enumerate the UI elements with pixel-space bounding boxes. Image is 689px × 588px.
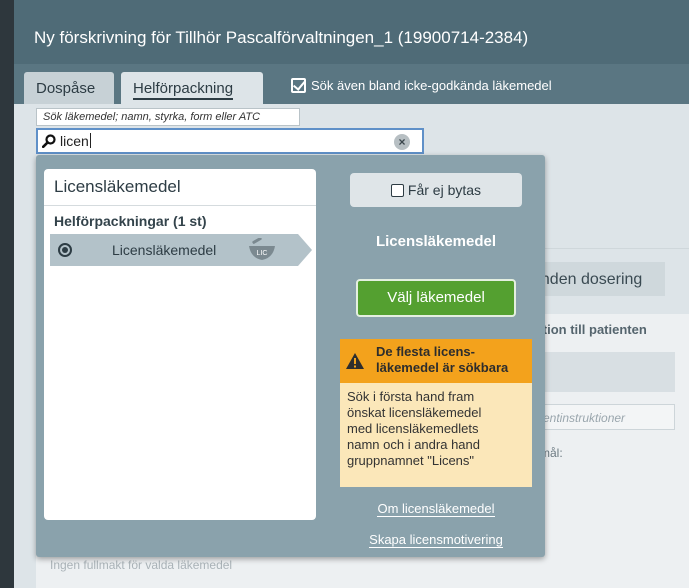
background-field [536, 352, 675, 392]
list-item[interactable]: Licensläkemedel LIC [50, 234, 312, 266]
title-bar: Ny förskrivning för Tillhör Pascalförval… [14, 0, 689, 64]
list-item-label: Licensläkemedel [112, 242, 217, 258]
clear-icon[interactable]: × [394, 134, 410, 150]
window-title: Ny förskrivning för Tillhör Pascalförval… [34, 28, 529, 47]
warning-text-line: gruppnamnet "Licens" [347, 453, 475, 468]
not-substitutable-label: Får ej bytas [407, 182, 482, 198]
group-header: Helförpackningar (1 st) [54, 213, 207, 229]
warning-title-line: De flesta licens- [376, 344, 475, 359]
instructions-input[interactable]: entinstruktioner [536, 404, 675, 430]
divider [44, 205, 316, 206]
create-motivation-link-label: Skapa licensmotivering [369, 532, 503, 548]
warning-text-line: namn och i andra hand [347, 437, 480, 452]
checkbox-checked-icon[interactable] [291, 78, 306, 93]
search-input[interactable]: licen × [36, 128, 424, 154]
warning-text-line: önskat licensläkemedel [347, 405, 482, 420]
warning-text-line: Sök i första hand fram [347, 389, 475, 404]
checkbox-icon[interactable] [390, 183, 404, 197]
tab-helforpackning-label: Helförpackning [133, 80, 234, 100]
warning-box: De flesta licens- läkemedel är sökbara S… [340, 339, 532, 487]
lic-badge-text: LIC [257, 250, 268, 257]
radio-selected-icon[interactable] [58, 243, 72, 257]
include-unapproved-label: Sök även bland icke-godkända läkemedel [311, 78, 552, 93]
search-tooltip: Sök läkemedel; namn, styrka, form eller … [36, 108, 300, 126]
search-icon [42, 134, 56, 148]
faded-note: Ingen fullmakt för valda läkemedel [50, 558, 233, 572]
warning-text-line: med licensläkemedlets [347, 421, 479, 436]
warning-icon [346, 353, 364, 369]
tab-dospase[interactable]: Dospåse [24, 72, 114, 104]
mortar-lic-icon: LIC [249, 238, 275, 260]
results-list: Licensläkemedel Helförpackningar (1 st) … [44, 169, 316, 520]
search-results-dropdown: Licensläkemedel Helförpackningar (1 st) … [36, 155, 545, 557]
results-title: Licensläkemedel [54, 177, 181, 196]
warning-title: De flesta licens- läkemedel är sökbara [376, 344, 508, 376]
left-strip [0, 0, 14, 588]
detail-title: Licensläkemedel [375, 233, 497, 250]
warning-body: Sök i första hand fram önskat licensläke… [340, 383, 532, 487]
tab-helforpackning[interactable]: Helförpackning [121, 72, 263, 104]
tab-dosering-label: unden dosering [532, 271, 643, 288]
about-license-link[interactable]: Om licensläkemedel [336, 501, 536, 517]
include-unapproved-option[interactable]: Sök även bland icke-godkända läkemedel [291, 78, 552, 93]
app-window: Ny förskrivning för Tillhör Pascalförval… [0, 0, 689, 588]
tab-bar: Dospåse Helförpackning Sök även bland ic… [14, 64, 689, 104]
selected-arrow [298, 234, 312, 266]
create-motivation-link[interactable]: Skapa licensmotivering [336, 532, 536, 548]
warning-title-line: läkemedel är sökbara [376, 360, 509, 375]
about-license-link-label: Om licensläkemedel [377, 501, 495, 517]
search-query: licen [60, 133, 89, 149]
tab-dospase-label: Dospåse [36, 80, 96, 97]
select-medicine-button[interactable]: Välj läkemedel [356, 279, 516, 317]
warning-header: De flesta licens- läkemedel är sökbara [340, 339, 532, 383]
not-substitutable-button[interactable]: Får ej bytas [350, 173, 522, 207]
